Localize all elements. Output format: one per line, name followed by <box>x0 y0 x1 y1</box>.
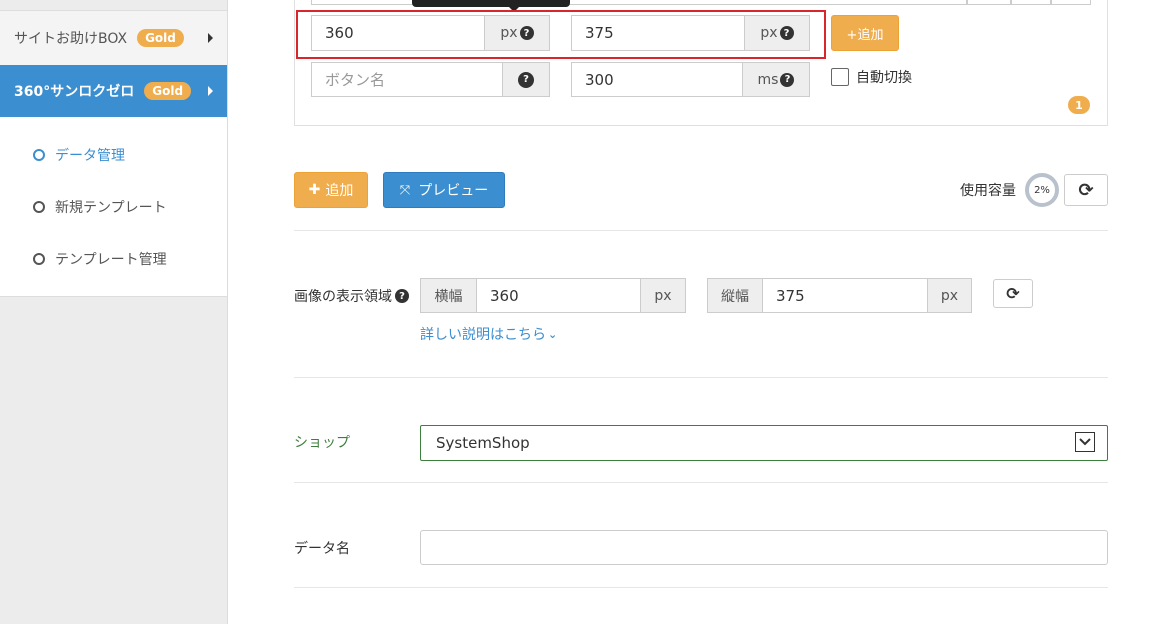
display-width-label-addon: 横幅 <box>420 278 477 313</box>
data-name-input[interactable] <box>420 530 1108 565</box>
display-width-input[interactable]: 360 <box>476 278 641 313</box>
display-area-label: 画像の表示領域 <box>294 289 392 305</box>
display-width-value: 360 <box>490 286 519 305</box>
sidebar-item-label: 360°サンロクゼロ <box>14 84 135 100</box>
sidebar-item-label: サイトお助けBOX <box>14 31 128 47</box>
add-button-label: 追加 <box>325 183 354 199</box>
sidebar-subitem-label: データ管理 <box>55 148 125 164</box>
unit-label: px <box>940 287 959 304</box>
sidebar-item-site-otasuke-box[interactable]: サイトお助けBOX Gold <box>0 11 227 65</box>
refresh-icon: ⟳ <box>1078 179 1094 201</box>
divider <box>294 587 1108 588</box>
preview-button[interactable]: ⤧ プレビュー <box>383 172 505 208</box>
interval-input-value: 300 <box>585 70 614 89</box>
display-height-input[interactable]: 375 <box>762 278 928 313</box>
expand-icon: ⤧ <box>399 182 411 198</box>
chevron-down-icon <box>1075 432 1095 452</box>
caret-right-icon <box>208 33 213 43</box>
circle-icon <box>33 149 45 161</box>
display-height-unit-addon: px <box>927 278 972 313</box>
refresh-icon: ⟳ <box>1006 284 1020 303</box>
upper-addon-edge <box>1051 0 1091 5</box>
data-name-label: データ名 <box>294 541 350 557</box>
display-width-unit-addon: px <box>640 278 686 313</box>
sidebar-subitem-data-management[interactable]: データ管理 <box>33 145 125 165</box>
capacity-donut: 2% <box>1025 173 1059 207</box>
preview-button-label: プレビュー <box>418 183 489 199</box>
divider <box>294 230 1108 231</box>
display-height-label: 縦幅 <box>721 288 749 305</box>
circle-icon <box>33 253 45 265</box>
question-circle-icon[interactable]: ? <box>780 72 795 87</box>
auto-switch-label: 自動切換 <box>856 70 912 86</box>
details-link-label: 詳しい説明はこちら <box>420 327 546 343</box>
highlight-box <box>296 10 826 59</box>
shop-selected-value: SystemShop <box>436 434 530 452</box>
upper-addon-edge <box>1011 0 1051 5</box>
capacity-percent: 2% <box>1034 184 1050 196</box>
sidebar-subitem-label: 新規テンプレート <box>55 200 167 216</box>
refresh-capacity-button[interactable]: ⟳ <box>1064 174 1108 206</box>
unit-label: px <box>654 287 672 304</box>
add-small-button[interactable]: +追加 <box>831 15 899 51</box>
interval-input[interactable]: 300 <box>571 62 743 97</box>
tooltip <box>412 0 570 7</box>
circle-icon <box>33 201 45 213</box>
upper-input-edge <box>311 0 967 5</box>
question-circle-icon[interactable]: ? <box>518 71 534 88</box>
count-badge: 1 <box>1068 96 1090 114</box>
caret-right-icon <box>208 86 213 96</box>
upper-addon-edge <box>967 0 1011 5</box>
button-name-help-addon: ? <box>502 62 550 97</box>
divider <box>294 377 1108 378</box>
shop-select[interactable]: SystemShop <box>420 425 1108 461</box>
sidebar-item-360-sanrokuzero[interactable]: 360°サンロクゼロ Gold <box>0 65 227 117</box>
details-link[interactable]: 詳しい説明はこちら ⌄ <box>420 324 557 344</box>
button-name-input[interactable]: ボタン名 <box>311 62 503 97</box>
display-height-label-addon: 縦幅 <box>707 278 763 313</box>
divider <box>294 482 1108 483</box>
add-button[interactable]: ✚ 追加 <box>294 172 368 208</box>
main-content: 360 px ? 375 px ? +追加 ボタン名 ? 300 ms ? 自動… <box>228 0 1149 624</box>
chevron-down-icon: ⌄ <box>548 327 558 341</box>
display-height-value: 375 <box>776 286 805 305</box>
question-circle-icon[interactable]: ? <box>395 289 409 303</box>
sidebar-subitem-label: テンプレート管理 <box>55 252 167 268</box>
gold-badge: Gold <box>137 29 184 47</box>
display-width-label: 横幅 <box>434 288 463 305</box>
sidebar-submenu: データ管理 新規テンプレート テンプレート管理 <box>0 117 227 297</box>
sidebar-subitem-new-template[interactable]: 新規テンプレート <box>33 197 167 217</box>
add-small-label: +追加 <box>846 27 884 43</box>
capacity-label: 使用容量 <box>960 183 1016 199</box>
gold-badge: Gold <box>144 82 192 100</box>
shop-label: ショップ <box>294 435 350 451</box>
unit-label: ms <box>757 71 779 88</box>
interval-unit-addon: ms ? <box>742 62 810 97</box>
plus-icon: ✚ <box>308 182 321 198</box>
reset-display-area-button[interactable]: ⟳ <box>993 279 1033 308</box>
auto-switch-checkbox[interactable] <box>831 68 849 86</box>
display-area-label-group: 画像の表示領域 ? <box>294 286 409 306</box>
sidebar-subitem-template-management[interactable]: テンプレート管理 <box>33 249 167 269</box>
sidebar: サイトお助けBOX Gold 360°サンロクゼロ Gold データ管理 新規テ… <box>0 0 228 624</box>
button-name-placeholder: ボタン名 <box>325 71 386 89</box>
